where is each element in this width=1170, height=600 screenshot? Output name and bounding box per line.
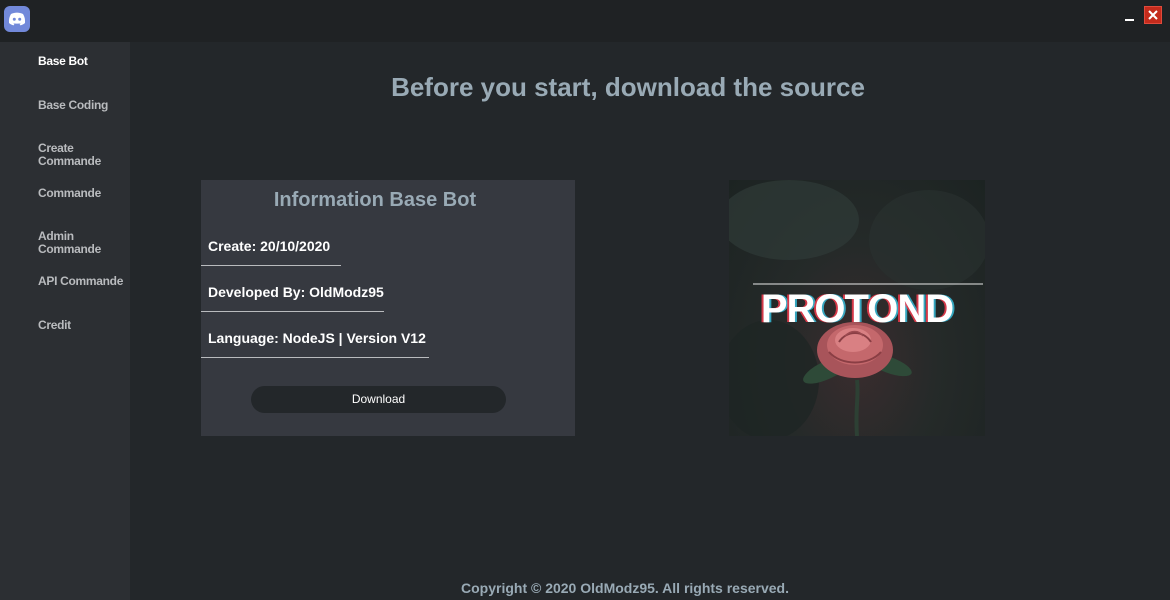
close-icon — [1148, 10, 1158, 20]
info-panel-title: Information Base Bot — [273, 189, 477, 211]
cover-title: PROTOND — [760, 287, 954, 331]
page-title: Before you start, download the source — [391, 72, 865, 102]
sidebar-item-credit[interactable]: Credit — [38, 319, 128, 332]
divider — [201, 357, 429, 358]
divider — [201, 311, 384, 312]
language-text: Language: NodeJS | Version V12 — [208, 330, 426, 346]
sidebar-item-api-commande[interactable]: API Commande — [38, 275, 128, 288]
sidebar-item-commande[interactable]: Commande — [38, 187, 128, 200]
title-bar[interactable] — [0, 0, 1170, 42]
sidebar-item-base-coding[interactable]: Base Coding — [38, 99, 128, 112]
divider — [201, 265, 341, 266]
sidebar-item-base-bot[interactable]: Base Bot — [38, 55, 128, 68]
discord-icon — [4, 6, 30, 32]
info-panel: Information Base Bot Create: 20/10/2020 … — [201, 180, 575, 436]
footer-copyright: Copyright © 2020 OldModz95. All rights r… — [461, 580, 789, 596]
sidebar-item-admin-commande[interactable]: Admin Commande — [38, 230, 108, 256]
minimize-button[interactable] — [1120, 6, 1138, 24]
minimize-icon — [1124, 19, 1134, 21]
developer-text: Developed By: OldModz95 — [208, 284, 384, 300]
create-date-text: Create: 20/10/2020 — [208, 238, 331, 254]
app-window: Base Bot Base Coding Create Commande Com… — [0, 0, 1170, 600]
sidebar: Base Bot Base Coding Create Commande Com… — [0, 42, 130, 600]
download-button[interactable]: Download — [251, 386, 506, 413]
cover-image: PROTOND — [729, 180, 985, 436]
sidebar-item-create-commande[interactable]: Create Commande — [38, 142, 108, 168]
close-button[interactable] — [1144, 6, 1162, 24]
